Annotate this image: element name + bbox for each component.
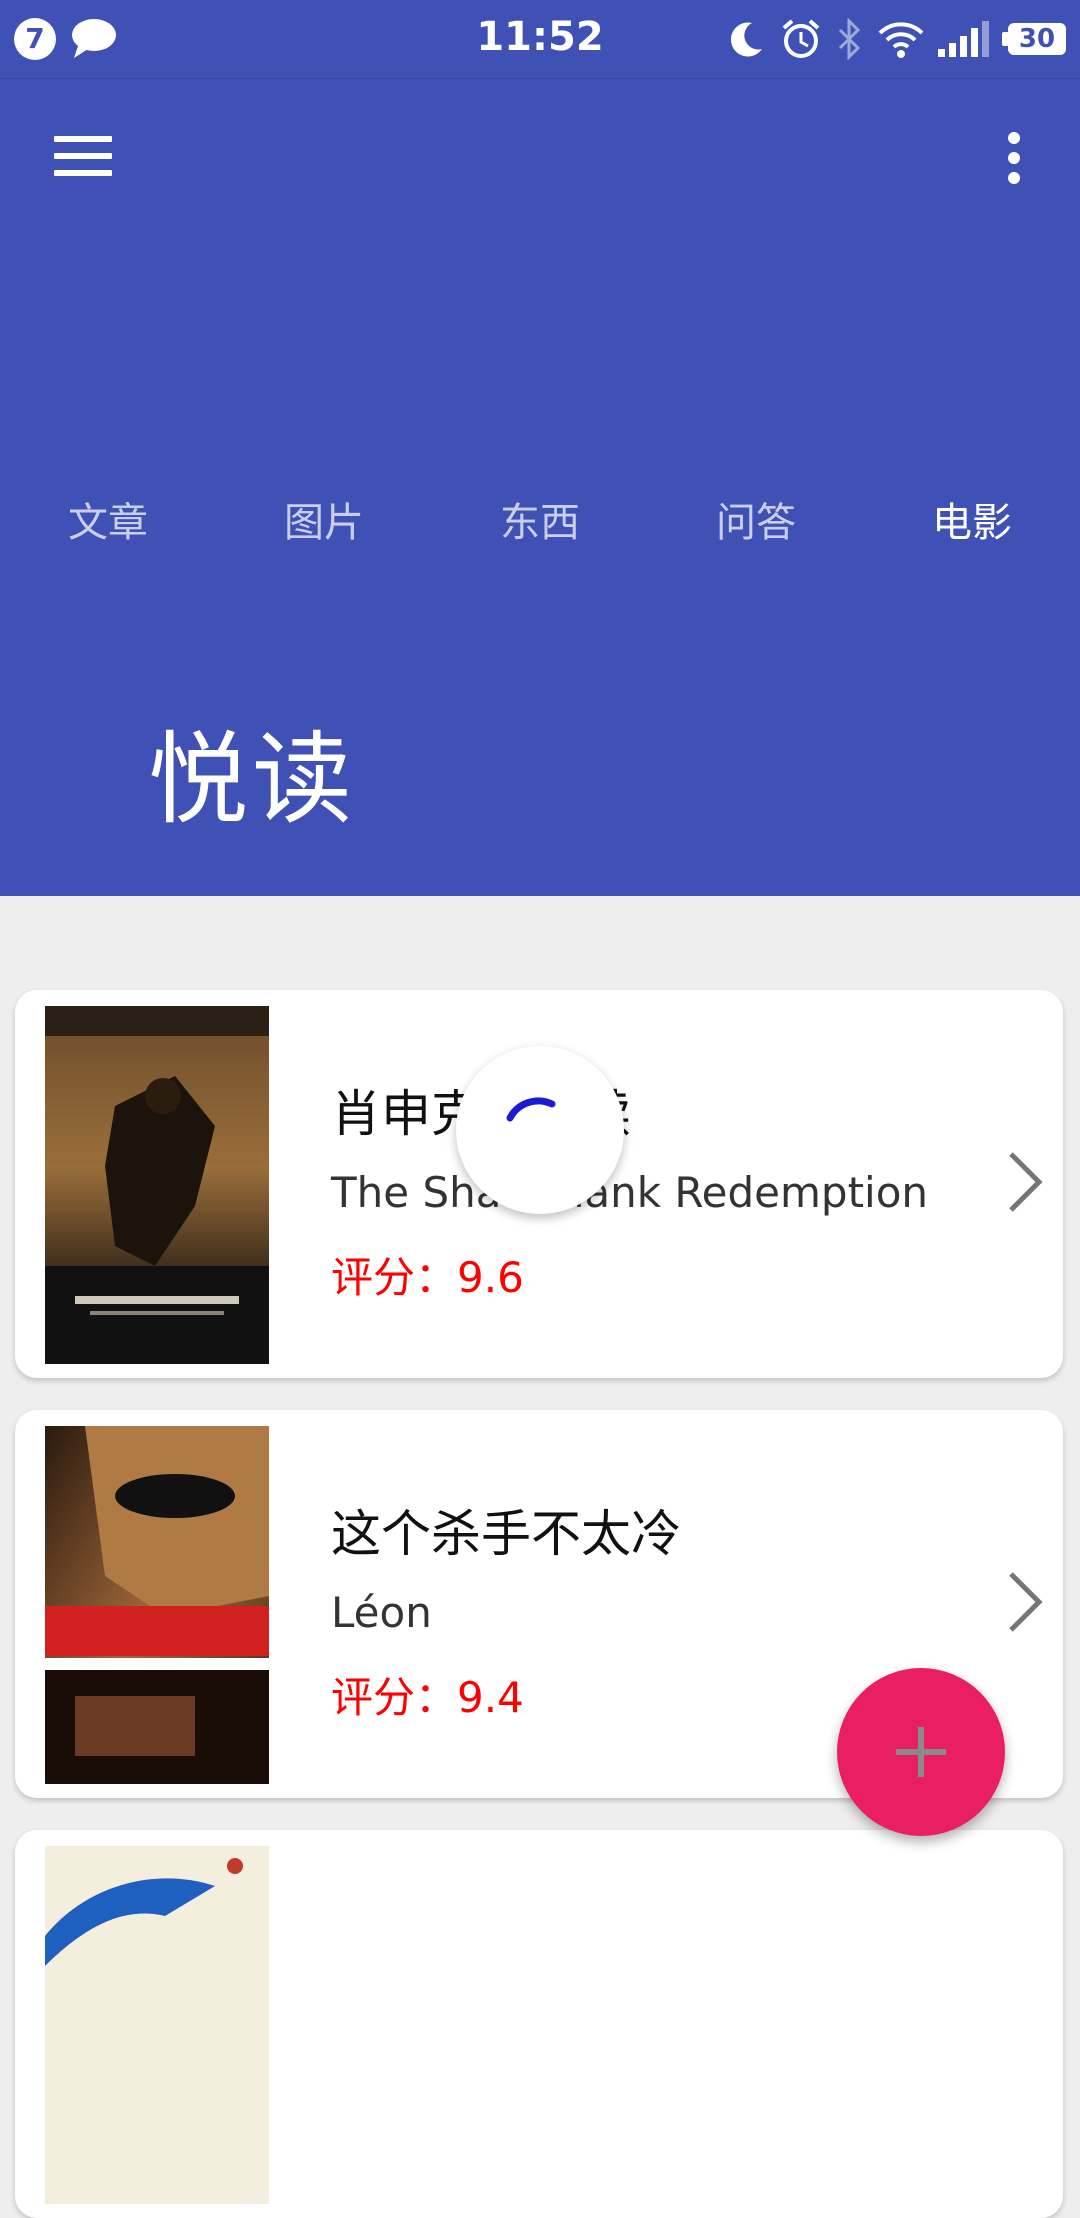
plus-icon <box>896 1727 946 1777</box>
movie-poster <box>45 1426 269 1784</box>
signal-icon <box>938 21 989 57</box>
movie-card[interactable] <box>15 1830 1063 2218</box>
movie-poster <box>45 1846 269 2204</box>
bluetooth-icon <box>838 18 861 60</box>
tab-articles[interactable]: 文章 <box>0 490 216 548</box>
tab-qa[interactable]: 问答 <box>648 490 864 548</box>
movie-rating: 评分：9.4 <box>331 1664 524 1725</box>
status-bar: 7 11:52 30 <box>0 0 1080 79</box>
battery-indicator: 30 <box>1002 23 1066 55</box>
movie-rating: 评分：9.6 <box>331 1244 524 1305</box>
add-fab-button[interactable] <box>837 1668 1005 1836</box>
chevron-right-icon[interactable] <box>1005 1150 1045 1214</box>
movie-original-title: Léon <box>331 1588 432 1637</box>
movie-original-title: The Shawshank Redemption <box>331 1168 929 1217</box>
rating-value: 9.4 <box>457 1673 524 1722</box>
wifi-icon <box>878 22 924 58</box>
tab-things[interactable]: 东西 <box>432 490 648 548</box>
rating-label: 评分： <box>331 1673 458 1722</box>
moon-icon <box>730 22 762 57</box>
loading-spinner <box>456 1046 624 1214</box>
page-title: 悦读 <box>148 721 356 838</box>
more-options-icon[interactable] <box>998 132 1030 192</box>
alarm-icon <box>782 19 820 58</box>
rating-value: 9.6 <box>457 1253 524 1302</box>
movie-title: 这个杀手不太冷 <box>331 1505 681 1563</box>
chevron-right-icon[interactable] <box>1005 1570 1045 1634</box>
tab-movies[interactable]: 电影 <box>864 490 1080 548</box>
category-tabs: 文章 图片 东西 问答 电影 <box>0 490 1080 560</box>
app-bar: 7 11:52 30 文章 图片 东西 问答 电影 悦读 <box>0 0 1080 896</box>
rating-label: 评分： <box>331 1253 458 1302</box>
tab-images[interactable]: 图片 <box>216 490 432 548</box>
movie-poster <box>45 1006 269 1364</box>
menu-icon[interactable] <box>54 136 114 186</box>
